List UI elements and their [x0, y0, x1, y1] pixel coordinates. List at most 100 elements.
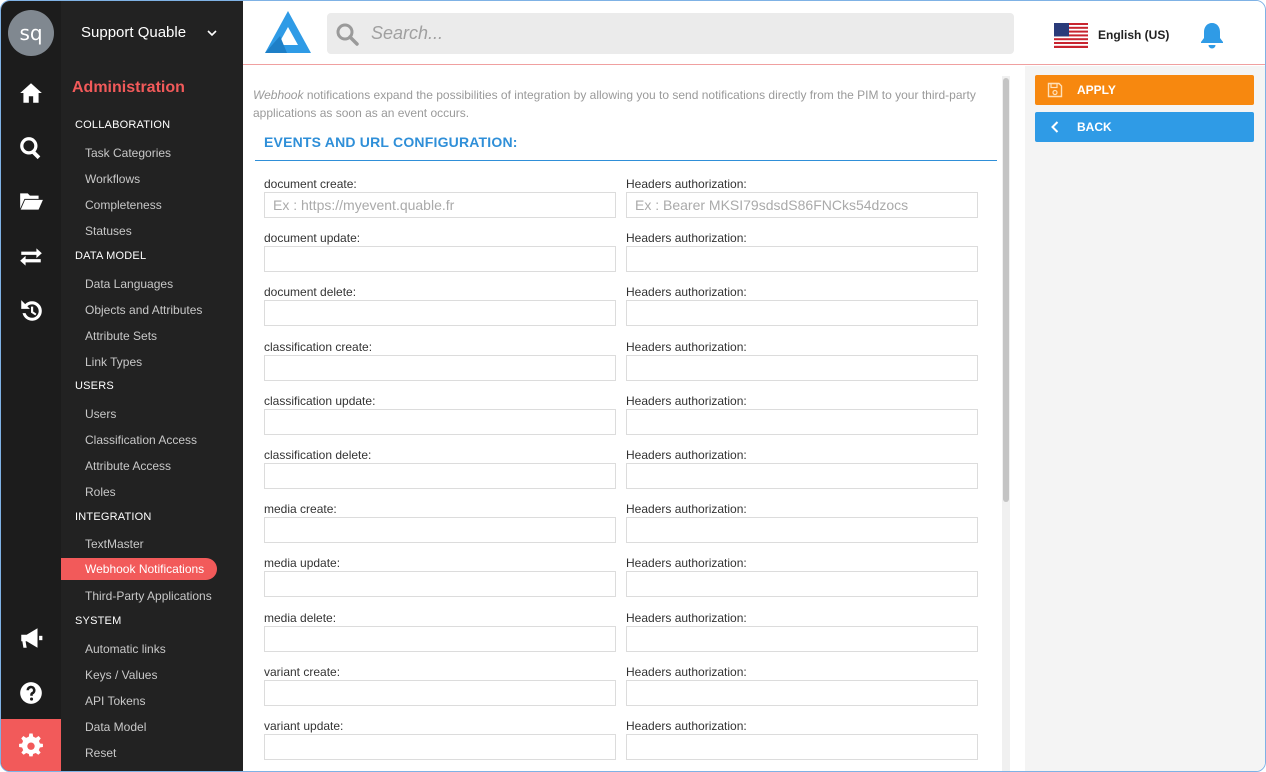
- sidebar-item-classification-access[interactable]: Classification Access: [85, 433, 197, 447]
- sidebar-title: Administration: [72, 79, 185, 96]
- section-users: USERS: [75, 380, 114, 392]
- sidebar-item-objects-attributes[interactable]: Objects and Attributes: [85, 303, 202, 317]
- event-url-input[interactable]: [264, 409, 616, 435]
- apply-label: APPLY: [1077, 83, 1116, 97]
- event-label: variant create:: [264, 665, 341, 679]
- headers-authorization-label: Headers authorization:: [626, 394, 747, 408]
- section-title: EVENTS AND URL CONFIGURATION:: [264, 134, 518, 150]
- event-url-input[interactable]: [264, 192, 616, 218]
- event-url-input[interactable]: [264, 463, 616, 489]
- sidebar-item-task-categories[interactable]: Task Categories: [85, 146, 171, 160]
- save-icon: [1035, 75, 1075, 105]
- headers-authorization-input[interactable]: [626, 355, 978, 381]
- headers-authorization-input[interactable]: [626, 517, 978, 543]
- sidebar-item-api-tokens[interactable]: API Tokens: [85, 694, 145, 708]
- us-flag-icon[interactable]: [1054, 23, 1088, 48]
- event-label: classification update:: [264, 394, 376, 408]
- apply-button[interactable]: APPLY: [1035, 75, 1254, 105]
- help-icon[interactable]: [1, 671, 61, 715]
- headers-authorization-label: Headers authorization:: [626, 285, 747, 299]
- search-icon: [336, 23, 359, 46]
- headers-authorization-label: Headers authorization:: [626, 177, 747, 191]
- admin-sidebar: Support Quable Administration COLLABORAT…: [61, 1, 243, 771]
- history-icon[interactable]: [1, 289, 61, 333]
- sidebar-item-link-types[interactable]: Link Types: [85, 355, 142, 369]
- event-label: variant update:: [264, 719, 344, 733]
- event-label: media update:: [264, 556, 341, 570]
- headers-authorization-label: Headers authorization:: [626, 611, 747, 625]
- headers-authorization-label: Headers authorization:: [626, 556, 747, 570]
- event-label: classification create:: [264, 340, 373, 354]
- actions-panel: APPLY BACK: [1025, 66, 1265, 771]
- sidebar-item-roles[interactable]: Roles: [85, 485, 116, 499]
- event-label: document update:: [264, 231, 361, 245]
- headers-authorization-input[interactable]: [626, 246, 978, 272]
- event-url-input[interactable]: [264, 571, 616, 597]
- headers-authorization-input[interactable]: [626, 463, 978, 489]
- headers-authorization-input[interactable]: [626, 192, 978, 218]
- headers-authorization-input[interactable]: [626, 409, 978, 435]
- folder-open-icon[interactable]: [1, 179, 61, 223]
- sidebar-item-data-model[interactable]: Data Model: [85, 720, 146, 734]
- sidebar-item-statuses[interactable]: Statuses: [85, 224, 132, 238]
- event-url-input[interactable]: [264, 734, 616, 760]
- chevron-left-icon: [1035, 112, 1075, 142]
- event-url-input[interactable]: [264, 517, 616, 543]
- home-icon[interactable]: [1, 71, 61, 115]
- logo-icon[interactable]: [263, 9, 313, 55]
- event-url-input[interactable]: [264, 246, 616, 272]
- account-name[interactable]: Support Quable: [81, 24, 186, 41]
- exchange-icon[interactable]: [1, 235, 61, 279]
- search-input[interactable]: [371, 13, 991, 54]
- bell-icon[interactable]: [1199, 21, 1225, 49]
- section-system: SYSTEM: [75, 615, 122, 627]
- sidebar-item-textmaster[interactable]: TextMaster: [85, 537, 144, 551]
- event-label: media create:: [264, 502, 337, 516]
- chevron-down-icon[interactable]: [206, 27, 218, 39]
- event-label: document delete:: [264, 285, 357, 299]
- headers-authorization-input[interactable]: [626, 626, 978, 652]
- headers-authorization-input[interactable]: [626, 571, 978, 597]
- sidebar-item-keys-values[interactable]: Keys / Values: [85, 668, 157, 682]
- event-url-input[interactable]: [264, 626, 616, 652]
- headers-authorization-label: Headers authorization:: [626, 340, 747, 354]
- section-integration: INTEGRATION: [75, 511, 152, 523]
- top-header: English (US): [243, 1, 1265, 65]
- gear-icon[interactable]: [1, 719, 61, 771]
- headers-authorization-label: Headers authorization:: [626, 448, 747, 462]
- headers-authorization-label: Headers authorization:: [626, 665, 747, 679]
- back-label: BACK: [1077, 120, 1112, 134]
- event-label: classification delete:: [264, 448, 372, 462]
- sidebar-item-workflows[interactable]: Workflows: [85, 172, 140, 186]
- megaphone-icon[interactable]: [1, 616, 61, 660]
- sidebar-item-webhook-notifications[interactable]: Webhook Notifications: [61, 558, 217, 580]
- sidebar-item-users[interactable]: Users: [85, 407, 116, 421]
- scrollbar-thumb[interactable]: [1003, 78, 1009, 502]
- event-url-input[interactable]: [264, 300, 616, 326]
- sidebar-item-automatic-links[interactable]: Automatic links: [85, 642, 166, 656]
- sidebar-item-attribute-access[interactable]: Attribute Access: [85, 459, 171, 473]
- sidebar-item-reset[interactable]: Reset: [85, 746, 116, 760]
- sidebar-item-completeness[interactable]: Completeness: [85, 198, 162, 212]
- headers-authorization-label: Headers authorization:: [626, 231, 747, 245]
- section-data-model: DATA MODEL: [75, 250, 147, 262]
- sidebar-item-data-languages[interactable]: Data Languages: [85, 277, 173, 291]
- section-divider: [255, 160, 997, 161]
- sidebar-item-attribute-sets[interactable]: Attribute Sets: [85, 329, 157, 343]
- event-url-input[interactable]: [264, 680, 616, 706]
- intro-text: Webhook notifications expand the possibi…: [253, 88, 976, 120]
- headers-authorization-input[interactable]: [626, 680, 978, 706]
- webhook-settings-panel: Webhook notifications expand the possibi…: [243, 66, 1025, 771]
- search-icon[interactable]: [1, 126, 61, 170]
- search-box: [327, 13, 1014, 54]
- icon-rail: sq: [1, 1, 61, 771]
- event-label: media delete:: [264, 611, 337, 625]
- headers-authorization-label: Headers authorization:: [626, 502, 747, 516]
- language-selector[interactable]: English (US): [1098, 28, 1169, 42]
- sidebar-item-third-party-applications[interactable]: Third-Party Applications: [85, 589, 212, 603]
- headers-authorization-input[interactable]: [626, 734, 978, 760]
- back-button[interactable]: BACK: [1035, 112, 1254, 142]
- avatar[interactable]: sq: [8, 10, 54, 56]
- headers-authorization-input[interactable]: [626, 300, 978, 326]
- event-url-input[interactable]: [264, 355, 616, 381]
